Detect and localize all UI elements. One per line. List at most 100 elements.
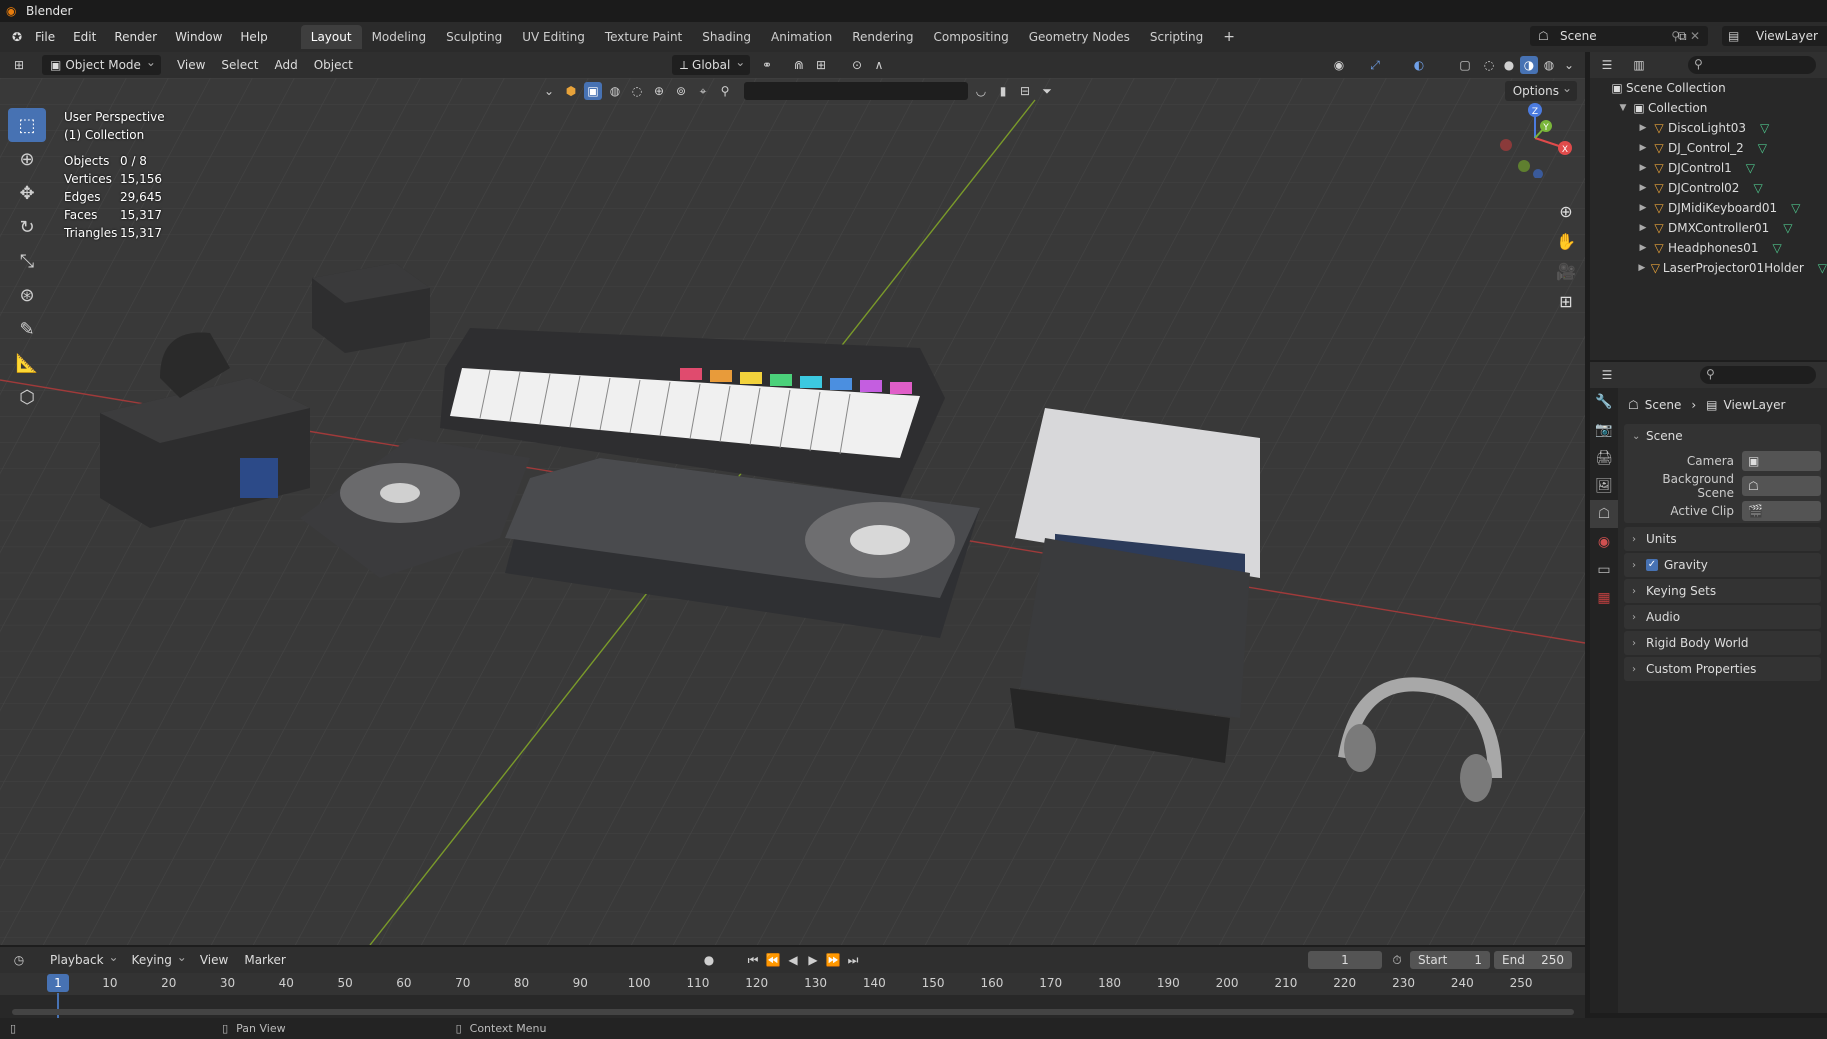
outliner-item[interactable]: ▶ ▽ DJMidiKeyboard01 ▽ [1590,198,1827,218]
camera-field[interactable]: ▣ [1742,450,1821,471]
select-box-icon[interactable]: ▣ [584,82,602,100]
tab-animation[interactable]: Animation [761,25,842,49]
outliner-item[interactable]: ▶ ▽ DJ_Control_2 ▽ [1590,138,1827,158]
add-workspace-button[interactable]: + [1213,25,1245,49]
custom-properties-panel[interactable]: › Custom Properties [1624,657,1821,681]
select-circle-icon[interactable]: ◍ [606,82,624,100]
outliner-editor-type-icon[interactable]: ☰ [1598,56,1616,74]
end-frame-field[interactable]: End 250 [1494,951,1572,969]
transform-tool-icon[interactable]: ⊛ [8,278,46,312]
properties-search-input[interactable]: ⚲ [1700,366,1816,384]
rendered-shading-icon[interactable]: ◍ [1540,56,1558,74]
outliner-item[interactable]: ▶ ▽ DJControl02 ▽ [1590,178,1827,198]
transform-orientation-dropdown[interactable]: ⟂ Global [672,52,751,75]
select-tool-icon[interactable]: ⬚ [8,108,46,142]
expand-icon[interactable]: ▶ [1636,223,1650,233]
output-properties-icon[interactable]: 🖨 [1590,444,1618,472]
outliner-item[interactable]: ▶ ▽ DiscoLight03 ▽ [1590,118,1827,138]
tab-modeling[interactable]: Modeling [362,25,437,49]
outliner-item[interactable]: ▶ ▽ Headphones01 ▽ [1590,238,1827,258]
measure-tool-icon[interactable]: 📐 [8,346,46,380]
toggle-icon[interactable]: ◡ [972,82,990,100]
tab-rendering[interactable]: Rendering [842,25,923,49]
outliner-item[interactable]: ▶ ▽ DMXController01 ▽ [1590,218,1827,238]
properties-editor-type-icon[interactable]: ☰ [1598,366,1616,384]
move-tool-icon[interactable]: ✥ [8,176,46,210]
new-scene-icon[interactable]: ⧉ [1678,29,1687,44]
viewport-search-input[interactable] [744,82,968,100]
timeline-editor-type-icon[interactable]: ◷ [10,951,28,969]
expand-icon[interactable]: ▶ [1636,243,1650,253]
expand-icon[interactable]: ▶ [1636,143,1650,153]
expand-icon[interactable]: ▶ [1636,263,1648,273]
display-mode-icon[interactable]: ⊟ [1016,82,1034,100]
object-type-icon[interactable]: ⬢ [562,82,580,100]
cursor-tool-icon[interactable]: ⊕ [8,142,46,176]
pivot-icon[interactable]: ⚭ [758,56,776,74]
menu-file[interactable]: File [26,26,64,48]
menu-select[interactable]: Select [213,55,266,75]
texture-properties-icon[interactable]: ▦ [1590,584,1618,612]
tab-geometry-nodes[interactable]: Geometry Nodes [1019,25,1140,49]
gizmo-icon[interactable]: ⤢ [1366,56,1384,74]
editor-type-icon[interactable]: ⊞ [10,56,28,74]
rigid-body-world-panel[interactable]: › Rigid Body World [1624,631,1821,655]
scene-panel-header[interactable]: ⌄ Scene [1624,424,1821,448]
play-icon[interactable]: ▶ [804,951,822,969]
gravity-panel[interactable]: › ✓ Gravity [1624,553,1821,577]
menu-help[interactable]: Help [231,26,276,48]
expand-icon[interactable]: ▶ [1636,183,1650,193]
chevron-down-icon[interactable]: ⌄ [1560,56,1578,74]
timeline-area[interactable]: 10 20 30 40 50 60 70 80 90 100 110 120 130 140 150 160 1… [0,973,1585,1018]
outliner-item[interactable]: ▶ ▽ LaserProjector01Holder ▽ [1590,258,1827,278]
expand-icon[interactable]: ▶ [1636,203,1650,213]
mode-dropdown[interactable]: ▣ Object Mode [42,52,161,75]
rotate-tool-icon[interactable]: ↻ [8,210,46,244]
3d-viewport[interactable]: ⌄ ⬢ ▣ ◍ ◌ ⊕ ⊚ ⌖ ⚲ ◡ ▮ ⊟ ⏷ Options ⬚ ⊕ ✥ … [0,78,1585,945]
tab-compositing[interactable]: Compositing [923,25,1018,49]
record-icon[interactable]: ● [700,951,718,969]
outliner-collection[interactable]: ▼ ▣ Collection [1590,98,1827,118]
viewlayer-selector[interactable]: ▤ ViewLayer [1722,26,1827,46]
stopwatch-icon[interactable]: ⏱ [1388,951,1406,969]
view-layer-properties-icon[interactable]: 🖼 [1590,472,1618,500]
xray-icon[interactable]: ▢ [1456,56,1474,74]
outliner-scene-collection[interactable]: ▣ Scene Collection [1590,78,1827,98]
timeline-scrollbar[interactable] [12,1009,1574,1015]
jump-end-icon[interactable]: ⏭ [844,951,862,969]
keying-dropdown[interactable]: Keying [124,947,192,970]
tab-texture-paint[interactable]: Texture Paint [595,25,692,49]
add-cube-tool-icon[interactable]: ⬡ [8,380,46,414]
expand-icon[interactable]: ▶ [1636,123,1650,133]
outliner-search-input[interactable]: ⚲ [1688,56,1816,74]
display-mode-icon[interactable]: ▥ [1630,56,1648,74]
collection-properties-icon[interactable]: ▭ [1590,556,1618,584]
prev-keyframe-icon[interactable]: ⏪ [764,951,782,969]
units-panel[interactable]: › Units [1624,527,1821,551]
expand-icon[interactable]: ▶ [1636,163,1650,173]
proportional-edit-icon[interactable]: ⊙ [848,56,866,74]
gravity-checkbox[interactable]: ✓ [1646,559,1658,571]
background-scene-field[interactable]: ☖ [1742,475,1821,496]
falloff-icon[interactable]: ∧ [870,56,888,74]
select-invert-icon[interactable]: ⌖ [694,82,712,100]
menu-edit[interactable]: Edit [64,26,105,48]
material-shading-icon[interactable]: ◑ [1520,56,1538,74]
audio-panel[interactable]: › Audio [1624,605,1821,629]
filter-icon[interactable]: ⏷ [1038,82,1056,100]
overlay-icon[interactable]: ◐ [1410,56,1428,74]
tab-layout[interactable]: Layout [300,25,362,49]
menu-render[interactable]: Render [105,26,166,48]
world-properties-icon[interactable]: ◉ [1590,528,1618,556]
visibility-icon[interactable]: ◉ [1330,56,1348,74]
zoom-icon[interactable]: ⊕ [1552,196,1580,226]
tab-uv-editing[interactable]: UV Editing [512,25,595,49]
camera-view-icon[interactable]: 🎥 [1552,256,1580,286]
snap-target-icon[interactable]: ⊞ [812,56,830,74]
outliner-item[interactable]: ▶ ▽ DJControl1 ▽ [1590,158,1827,178]
perspective-toggle-icon[interactable]: ⊞ [1552,286,1580,316]
tab-scripting[interactable]: Scripting [1140,25,1213,49]
bookmark-icon[interactable]: ▮ [994,82,1012,100]
select-all-icon[interactable]: ⊚ [672,82,690,100]
keying-sets-panel[interactable]: › Keying Sets [1624,579,1821,603]
